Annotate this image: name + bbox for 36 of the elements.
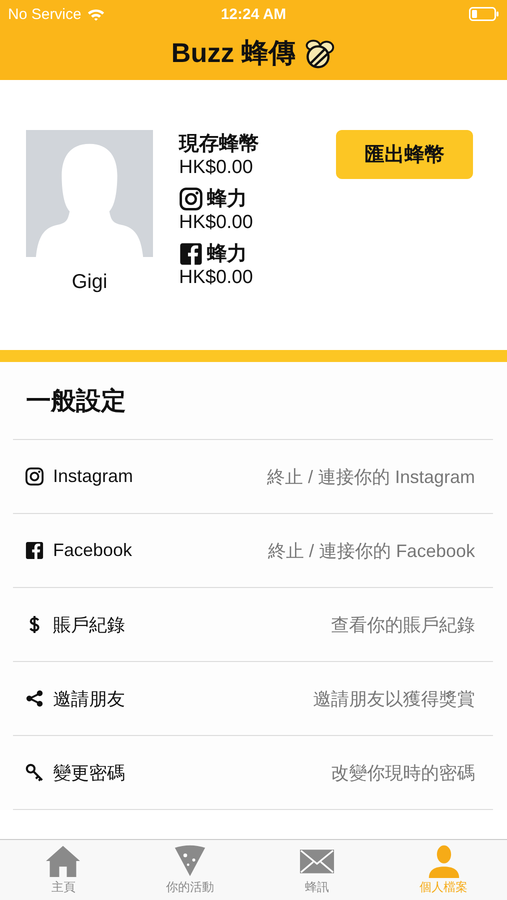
row-label: Facebook — [53, 540, 132, 561]
balance-amount: HK$0.00 — [179, 157, 254, 179]
settings-row[interactable]: Instagram 終止 / 連接你的 Instagram — [13, 440, 493, 514]
instagram-icon — [179, 186, 203, 210]
balance-label: 蜂力 — [207, 242, 247, 267]
share-icon — [25, 689, 44, 708]
balance-amount: HK$0.00 — [179, 267, 254, 289]
export-coins-button[interactable]: 匯出蜂幣 — [336, 130, 473, 179]
row-detail: 改變你現時的密碼 — [331, 762, 475, 784]
wifi-icon — [87, 8, 106, 20]
row-label: 賬戶紀錄 — [53, 614, 125, 636]
row-detail: 終止 / 連接你的 Instagram — [266, 466, 475, 488]
instagram-icon — [25, 467, 44, 486]
user-name: Gigi — [72, 271, 108, 294]
balance-label: 蜂力 — [207, 187, 247, 212]
settings-row[interactable]: Facebook 終止 / 連接你的 Facebook — [13, 514, 493, 588]
section-title: 一般設定 — [13, 362, 493, 440]
row-detail: 終止 / 連接你的 Facebook — [268, 540, 475, 562]
facebook-icon — [25, 541, 44, 560]
key-icon — [25, 763, 44, 782]
app-title: Buzz 蜂傳 — [171, 37, 296, 70]
row-label: Instagram — [53, 466, 134, 487]
carrier-text: No Service — [8, 6, 82, 22]
row-detail: 查看你的賬戶紀錄 — [331, 614, 475, 636]
home-icon — [44, 844, 82, 878]
balance-amount: HK$0.00 — [179, 212, 254, 234]
battery-icon — [469, 7, 499, 21]
settings-row[interactable]: 賬戶紀錄 查看你的賬戶紀錄 — [13, 588, 493, 662]
row-detail: 邀請朋友以獲得獎賞 — [313, 688, 475, 710]
facebook-icon — [179, 242, 203, 266]
settings-row[interactable]: 變更密碼 改變你現時的密碼 — [13, 736, 493, 810]
settings-row[interactable]: 邀請朋友 邀請朋友以獲得獎賞 — [13, 662, 493, 736]
row-label: 邀請朋友 — [53, 688, 125, 710]
row-label: 變更密碼 — [53, 762, 125, 784]
balance-label: 現存蜂幣 — [179, 132, 259, 157]
status-time: 12:24 AM — [220, 6, 286, 22]
